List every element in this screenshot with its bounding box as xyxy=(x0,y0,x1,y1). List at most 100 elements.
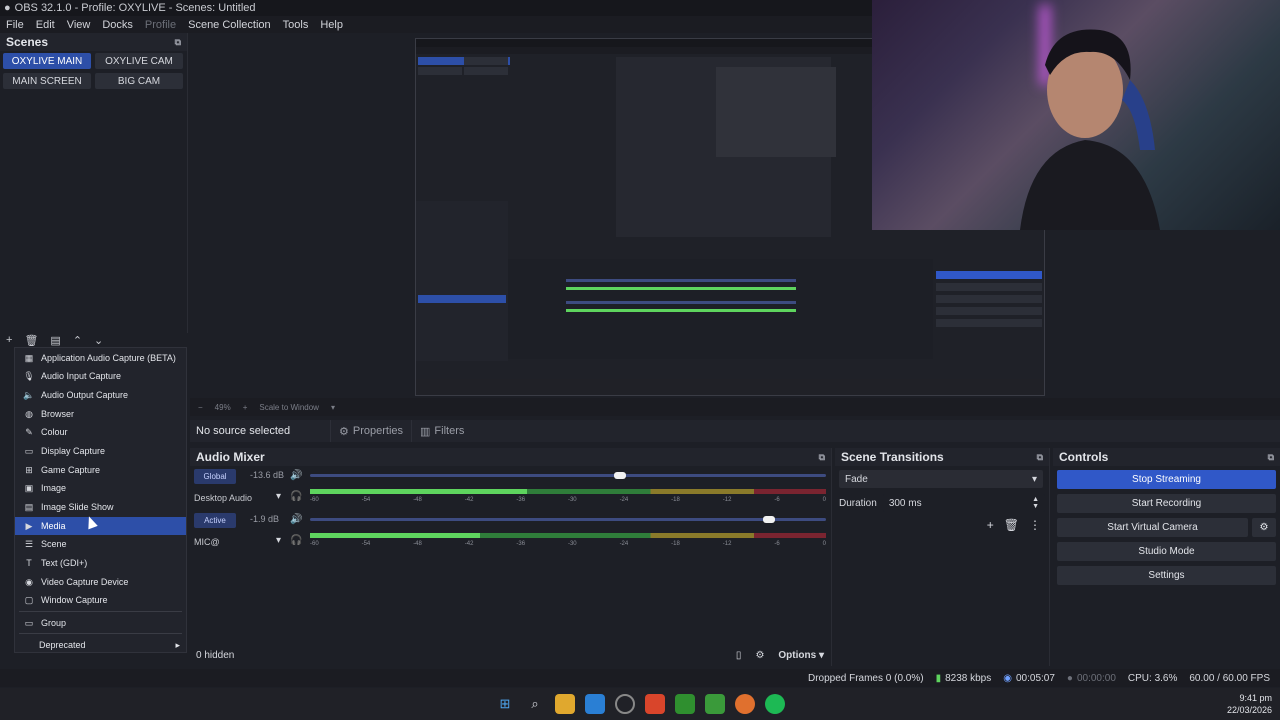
menu-item-game-capture[interactable]: ⊞ Game Capture xyxy=(15,461,186,479)
undock-icon[interactable]: ⧉ xyxy=(175,37,181,48)
xbox-icon[interactable] xyxy=(675,694,695,714)
scene-transitions-title: Scene Transitions xyxy=(841,450,944,464)
remove-source-icon[interactable]: 🗑 xyxy=(24,334,38,347)
headphones-icon[interactable]: 🎧 xyxy=(290,535,302,546)
scene-button-main-screen[interactable]: MAIN SCREEN xyxy=(3,73,91,89)
menu-item-label: Scene xyxy=(41,539,67,549)
mixer-settings-icon[interactable]: ⚙ xyxy=(755,650,764,661)
add-source-icon[interactable]: + xyxy=(6,334,12,346)
menu-item-audio-input-capture[interactable]: 🎙 Audio Input Capture xyxy=(15,367,186,385)
spin-arrows-icon[interactable]: ▲ ▼ xyxy=(1032,496,1039,510)
menu-item-colour[interactable]: ✎ Colour xyxy=(15,423,186,441)
move-down-icon[interactable]: ⌄ xyxy=(94,334,103,347)
settings-button[interactable]: Settings xyxy=(1057,566,1276,585)
transition-value: Fade xyxy=(845,473,868,485)
source-properties-icon[interactable]: ▤ xyxy=(50,334,60,347)
menu-item-media[interactable]: ▶ Media xyxy=(15,517,186,535)
scale-mode[interactable]: Scale to Window xyxy=(259,403,319,412)
windows-start-icon[interactable]: ⊞ xyxy=(495,694,515,714)
menu-scene-collection[interactable]: Scene Collection xyxy=(182,19,277,31)
menu-edit[interactable]: Edit xyxy=(30,19,61,31)
menu-item-label: Image Slide Show xyxy=(41,502,114,512)
menu-item-image[interactable]: ▣ Image xyxy=(15,479,186,497)
channel-badge[interactable]: Active xyxy=(194,513,236,528)
transition-select[interactable]: Fade ▾ xyxy=(839,470,1043,488)
start-virtual-camera-button[interactable]: Start Virtual Camera xyxy=(1057,518,1248,537)
firefox-icon[interactable] xyxy=(735,694,755,714)
scene-transitions-dock: Scene Transitions ⧉ Fade ▾ Duration 300 … xyxy=(835,448,1050,666)
menu-view[interactable]: View xyxy=(61,19,97,31)
move-up-icon[interactable]: ⌃ xyxy=(73,334,82,347)
add-transition-icon[interactable]: + xyxy=(987,518,994,532)
volume-slider-knob[interactable] xyxy=(763,516,776,523)
search-icon[interactable]: ⌕ xyxy=(525,694,545,714)
more-options-icon[interactable]: ⋮ xyxy=(1029,518,1041,532)
scene-button-oxylive-main[interactable]: OXYLIVE MAIN xyxy=(3,53,91,69)
tick: -30 xyxy=(567,497,577,503)
tick: -6 xyxy=(774,541,780,547)
scale-dropdown-icon[interactable]: ▾ xyxy=(331,403,335,412)
mixer-footer-actions: ▯ ⚙ Options ▾ xyxy=(736,650,824,661)
record-timer: ● 00:00:00 xyxy=(1067,673,1116,684)
menu-item-browser[interactable]: ◍ Browser xyxy=(15,405,186,423)
file-explorer-icon[interactable] xyxy=(555,694,575,714)
volume-slider[interactable] xyxy=(310,518,826,521)
duration-spinbox[interactable]: 300 ms ▲ ▼ xyxy=(882,494,1045,512)
menu-item-application-audio-capture[interactable]: ▦ Application Audio Capture (BETA) xyxy=(15,349,186,367)
preview-zoom-bar: − 49% + Scale to Window ▾ xyxy=(190,398,1280,416)
channel-db: -13.6 dB xyxy=(250,470,285,480)
speaker-icon[interactable]: 🔊 xyxy=(290,514,302,525)
channel-badge[interactable]: Global xyxy=(194,469,236,484)
zoom-in-icon[interactable]: + xyxy=(243,403,248,412)
layout-icon[interactable]: ▯ xyxy=(736,650,742,661)
menu-profile[interactable]: Profile xyxy=(139,19,182,31)
studio-mode-button[interactable]: Studio Mode xyxy=(1057,542,1276,561)
scene-button-oxylive-cam[interactable]: OXYLIVE CAM xyxy=(95,53,183,69)
volume-slider-knob[interactable] xyxy=(613,472,626,479)
window-icon: ▢ xyxy=(24,594,34,605)
menu-item-window-capture[interactable]: ▢ Window Capture xyxy=(15,591,186,609)
scenes-title: Scenes xyxy=(6,35,49,49)
menu-tools[interactable]: Tools xyxy=(277,19,315,31)
obs-logo-icon: ● xyxy=(4,2,11,14)
outlook-icon[interactable] xyxy=(585,694,605,714)
minecraft-icon[interactable] xyxy=(705,694,725,714)
menu-item-text-gdi[interactable]: T Text (GDI+) xyxy=(15,554,186,572)
undock-icon[interactable]: ⧉ xyxy=(819,452,825,463)
trash-icon[interactable]: 🗑 xyxy=(1004,518,1019,532)
menu-item-group[interactable]: ▭ Group xyxy=(15,614,186,632)
menu-item-scene[interactable]: ☰ Scene xyxy=(15,535,186,553)
brave-icon[interactable] xyxy=(645,694,665,714)
bitrate-indicator: ▮ 8238 kbps xyxy=(936,673,992,684)
image-icon: ▣ xyxy=(24,482,34,493)
filters-button[interactable]: ▥ Filters xyxy=(411,420,472,442)
menu-item-audio-output-capture[interactable]: 🔈 Audio Output Capture xyxy=(15,386,186,404)
scene-button-big-cam[interactable]: BIG CAM xyxy=(95,73,183,89)
windows-taskbar: ⊞ ⌕ 9:41 pm 22/03/2026 xyxy=(0,688,1280,720)
menu-item-image-slide-show[interactable]: ▤ Image Slide Show xyxy=(15,498,186,516)
headphones-icon[interactable]: 🎧 xyxy=(290,491,302,502)
system-tray[interactable]: 9:41 pm 22/03/2026 xyxy=(1227,692,1272,716)
zoom-out-icon[interactable]: − xyxy=(198,403,203,412)
menu-item-label: Media xyxy=(41,521,66,531)
menu-item-deprecated[interactable]: Deprecated ▸ xyxy=(15,636,186,654)
start-recording-button[interactable]: Start Recording xyxy=(1057,494,1276,513)
controls-dock: Controls ⧉ Stop Streaming Start Recordin… xyxy=(1053,448,1280,666)
chevron-down-icon[interactable]: ▾ xyxy=(276,535,281,546)
speaker-icon[interactable]: 🔊 xyxy=(290,470,302,481)
menu-file[interactable]: File xyxy=(0,19,30,31)
stop-streaming-button[interactable]: Stop Streaming xyxy=(1057,470,1276,489)
options-button[interactable]: Options ▾ xyxy=(778,650,824,661)
menu-item-display-capture[interactable]: ▭ Display Capture xyxy=(15,442,186,460)
obs-taskbar-icon[interactable] xyxy=(615,694,635,714)
volume-slider[interactable] xyxy=(310,474,826,477)
menu-docks[interactable]: Docks xyxy=(96,19,139,31)
undock-icon[interactable]: ⧉ xyxy=(1037,452,1043,463)
spotify-icon[interactable] xyxy=(765,694,785,714)
menu-item-video-capture-device[interactable]: ◉ Video Capture Device xyxy=(15,573,186,591)
undock-icon[interactable]: ⧉ xyxy=(1268,452,1274,463)
menu-help[interactable]: Help xyxy=(314,19,349,31)
chevron-down-icon[interactable]: ▾ xyxy=(276,491,281,502)
virtual-camera-settings-icon[interactable]: ⚙ xyxy=(1252,518,1276,537)
properties-button[interactable]: ⚙ Properties xyxy=(330,420,411,442)
